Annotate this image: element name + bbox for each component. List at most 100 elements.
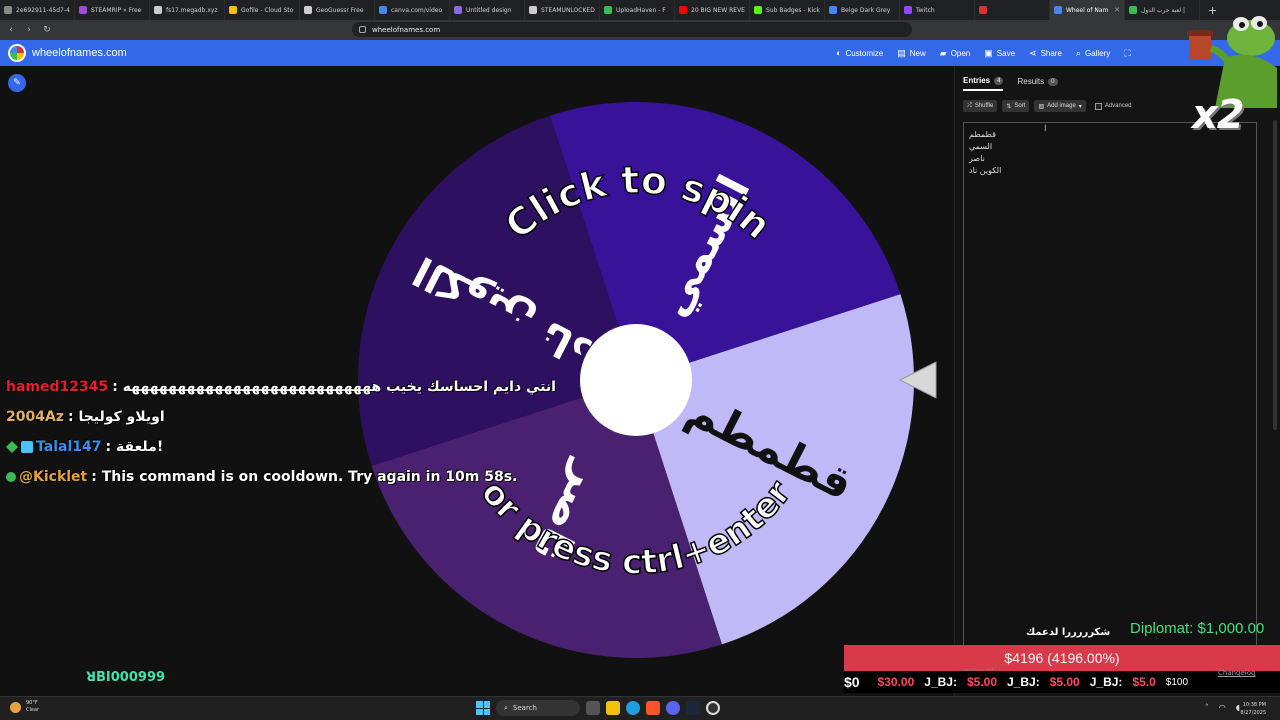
reload-icon[interactable]: ↻ [40,25,54,35]
file-icon: ▤ [897,47,906,58]
search-icon: ⌕ [504,703,508,712]
customize-label: Customize [845,48,884,58]
palette-icon: ◐ [836,48,842,58]
entry-line: ناصر [969,154,985,163]
sort-button[interactable]: ⇅ Sort [1002,100,1030,112]
browser-tab[interactable]: Beige Dark Grey [825,0,900,20]
thanks-text: شكرررررا لدعمك [1026,627,1111,638]
tab-favicon-icon [1129,6,1137,14]
gallery-button[interactable]: ⌕ Gallery [1076,48,1110,59]
donation-goal-bar: $4196 (4196.00%) [844,645,1280,671]
browser-tab[interactable]: canva.com/video [375,0,450,20]
tab-results[interactable]: Results 0 [1017,76,1058,91]
tab-favicon-icon [454,6,462,14]
share-button[interactable]: ⋖ Share [1029,48,1062,59]
stream-chat: hamed12345 : انتي دايم احساسك يخيب ههههه… [6,372,556,492]
browser-tab[interactable]: fs17.megadb.xyz [150,0,225,20]
changelog-link[interactable]: Changelog [1218,669,1255,677]
brave-icon[interactable] [646,701,660,715]
browser-tab[interactable]: Wheel of Nam ✕ [1050,0,1125,20]
browser-tab[interactable]: 2e692911-45d7-4 [0,0,75,20]
open-button[interactable]: ▰ Open [940,48,971,59]
back-icon[interactable]: ‹ [4,25,18,35]
multiplier-text: x2 [1192,92,1245,138]
browser-tab[interactable]: UploadHaven - F [600,0,675,20]
customize-button[interactable]: ◐ Customize [836,48,883,58]
close-tab-icon[interactable]: ✕ [1114,6,1120,14]
edge-icon[interactable] [626,701,640,715]
browser-tab-title: Wheel of Nam [1066,6,1109,14]
search-icon: ⌕ [1075,47,1081,58]
chat-text: : اويلاو كوليجا [67,409,165,425]
discord-icon[interactable] [666,701,680,715]
browser-tab-title: UploadHaven - F [616,6,666,14]
browser-tab[interactable]: 20 BIG NEW REVE [675,0,750,20]
chat-message: hamed12345 : انتي دايم احساسك يخيب ههههه… [6,372,556,402]
browser-tab[interactable]: STEAMUNLOCKED [525,0,600,20]
obs-icon[interactable] [706,701,720,715]
ticker-name: J_BJ: [1089,675,1123,689]
windows-start-icon[interactable] [476,701,490,715]
ticker-amount: $5.00 [1049,675,1080,689]
browser-tab[interactable]: Untitled design [450,0,525,20]
taskbar-clock[interactable]: 10:38 PM 8/27/2025 [1240,701,1266,717]
sort-label: Sort [1014,103,1026,109]
edit-pencil-icon[interactable]: ✎ [8,74,26,92]
forward-icon[interactable]: › [22,25,36,35]
entries-toolbar: ⤮ Shuffle ⇅ Sort ▨ Add image ▾ Advanced [963,100,1132,112]
taskbar-search-label: Search [512,704,537,712]
new-button[interactable]: ▤ New [897,48,926,59]
browser-tab[interactable]: Twitch [900,0,975,20]
tab-favicon-icon [4,6,12,14]
site-name[interactable]: wheelofnames.com [32,47,127,59]
browser-tab[interactable]: GeoGuessr Free [300,0,375,20]
browser-tab-title: STEAMRIP » Free [91,6,142,14]
entries-count-badge: 4 [994,76,1004,85]
weather-desc: Clear [26,707,40,713]
browser-tab[interactable]: STEAMRIP » Free [75,0,150,20]
clock-date: 8/27/2025 [1240,710,1266,716]
tab-favicon-icon [154,6,162,14]
address-bar[interactable]: wheelofnames.com [352,22,912,37]
ticker-start: $0 [844,674,860,690]
tab-entries[interactable]: Entries 4 [963,76,1004,91]
fullscreen-button[interactable]: ⛶ [1124,48,1130,59]
entries-textarea[interactable]: قطمطم السمي ناصر الكوين ناد [963,122,1257,646]
chevron-up-icon[interactable]: ˄ [1205,703,1209,712]
tab-favicon-icon [979,6,987,14]
share-label: Share [1040,48,1062,58]
weather-icon[interactable] [10,702,21,713]
top-donor-text: Diplomat: $1,000.00 [1130,620,1265,637]
advanced-checkbox[interactable] [1094,102,1102,110]
taskbar-search[interactable]: ⌕ Search [496,700,580,716]
tab-favicon-icon [1054,6,1062,14]
add-image-button[interactable]: ▨ Add image ▾ [1034,100,1086,112]
screen: 2e692911-45d7-4 STEAMRIP » Free fs17.megad… [0,0,1280,720]
browser-tab[interactable]: Gofile - Cloud Sto [225,0,300,20]
shuffle-button[interactable]: ⤮ Shuffle [963,100,998,112]
tab-entries-label: Entries [963,76,991,85]
browser-tab-title: fs17.megadb.xyz [166,6,218,14]
panel-scrollbar[interactable] [1273,120,1277,430]
browser-tab[interactable] [975,0,1050,20]
volume-icon[interactable]: ◖ [1236,703,1240,712]
text-cursor-icon: I [1044,124,1047,134]
wheel-center[interactable] [580,324,692,436]
tab-favicon-icon [304,6,312,14]
site-logo[interactable] [8,44,26,62]
save-icon: ▣ [984,47,993,58]
sort-icon: ⇅ [1006,103,1012,110]
ticker-name: J_BJ: [924,675,957,689]
advanced-toggle[interactable]: Advanced [1094,102,1132,110]
site-header: wheelofnames.com ◐ Customize ▤ New ▰ Open ▣… [0,40,1280,66]
save-button[interactable]: ▣ Save [984,48,1015,59]
task-view-icon[interactable] [586,701,600,715]
chat-text: : انتي دايم احساسك يخيب هههههههههههههههه… [112,379,556,395]
steam-icon[interactable] [686,701,700,715]
file-explorer-icon[interactable] [606,701,620,715]
weather-widget[interactable]: 90°F Clear [26,700,39,714]
browser-toolbar: ‹ › ↻ wheelofnames.com [0,20,1280,40]
site-info-icon[interactable] [359,26,366,33]
wifi-icon[interactable]: ◠ [1219,703,1226,712]
browser-tab[interactable]: Sub Badges - Kick [750,0,825,20]
